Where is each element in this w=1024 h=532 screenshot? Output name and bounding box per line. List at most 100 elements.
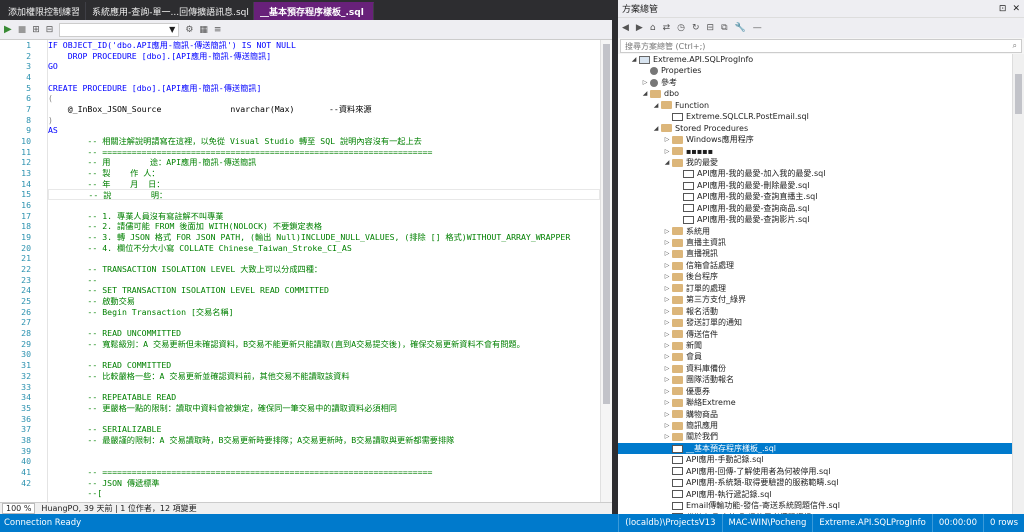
- estimated-plan-icon[interactable]: ⚙: [185, 25, 193, 35]
- expand-toggle-icon[interactable]: ▷: [662, 420, 672, 431]
- code-line[interactable]: -- SERIALIZABLE: [48, 424, 600, 435]
- comment-icon[interactable]: ≡: [214, 25, 222, 35]
- sync-icon[interactable]: ⇄: [663, 23, 671, 33]
- tree-item[interactable]: ▷ 聯絡Extreme: [618, 397, 1012, 408]
- tab-basic-template[interactable]: __基本預存程序樣板_.sql: [254, 2, 374, 20]
- code-line[interactable]: (: [48, 93, 600, 104]
- code-line[interactable]: -- READ COMMITTED: [48, 360, 600, 371]
- tree-item[interactable]: API應用-我的最愛-查詢直播主.sql: [618, 191, 1012, 202]
- expand-toggle-icon[interactable]: ▷: [662, 329, 672, 340]
- code-line[interactable]: [48, 317, 600, 328]
- code-line[interactable]: ): [48, 115, 600, 126]
- expand-toggle-icon[interactable]: ▷: [662, 351, 672, 362]
- code-line[interactable]: -- 3. 轉 JSON 格式 FOR JSON PATH, (輸出 Null)…: [48, 232, 600, 243]
- expand-toggle-icon[interactable]: ▷: [662, 260, 672, 271]
- expand-toggle-icon[interactable]: ◢: [651, 100, 661, 111]
- expand-toggle-icon[interactable]: ◢: [629, 54, 639, 65]
- tree-item[interactable]: ▷ 發送訂單的通知: [618, 317, 1012, 328]
- expand-toggle-icon[interactable]: ▷: [662, 294, 672, 305]
- tree-item[interactable]: Email傳輸功能-發信-寄送系統問題信件.sql: [618, 500, 1012, 511]
- solution-search-input[interactable]: 搜尋方案總管 (Ctrl+;) ⌕: [620, 39, 1022, 53]
- tree-item[interactable]: Extreme.SQLCLR.PostEmail.sql: [618, 111, 1012, 122]
- tab-system-query[interactable]: 系統應用-查詢-單一...回傳擴語訊息.sql: [86, 2, 254, 20]
- code-line[interactable]: --[: [48, 488, 600, 499]
- code-line[interactable]: [48, 349, 600, 360]
- tree-item[interactable]: ▷ 訂單的處理: [618, 283, 1012, 294]
- codelens-author[interactable]: HuangPO, 39 天前 | 1 位作者，12 項變更: [41, 503, 196, 514]
- code-line[interactable]: -- =====================================…: [48, 467, 600, 478]
- code-line[interactable]: -- 比較嚴格一些：A 交易更新並確認資料前，其他交易不能讀取該資料: [48, 371, 600, 382]
- expand-toggle-icon[interactable]: ▷: [662, 409, 672, 420]
- scrollbar-thumb[interactable]: [603, 44, 610, 404]
- code-line[interactable]: -- =====================================…: [48, 147, 600, 158]
- tree-item[interactable]: API應用-我的最愛-查詢商品.sql: [618, 203, 1012, 214]
- zoom-select[interactable]: 100 %: [2, 503, 36, 514]
- code-line[interactable]: [48, 382, 600, 393]
- properties-icon[interactable]: 🔧: [735, 23, 746, 33]
- home-icon[interactable]: ⌂: [650, 23, 656, 33]
- code-line[interactable]: AS: [48, 125, 600, 136]
- code-line[interactable]: [48, 446, 600, 457]
- stop-icon[interactable]: ■: [18, 25, 27, 35]
- code-line[interactable]: -- 最嚴謹的限制：A 交易讀取時，B交易更新時要排隊；A交易更新時，B交易讀取…: [48, 435, 600, 446]
- code-line[interactable]: --: [48, 275, 600, 286]
- tree-item[interactable]: ▷ 購物商品: [618, 409, 1012, 420]
- expand-toggle-icon[interactable]: ▷: [662, 237, 672, 248]
- code-line[interactable]: -- 製 作 人：: [48, 168, 600, 179]
- code-line[interactable]: -- 更嚴格一點的限制：讀取中資料會被鎖定，確保同一筆交易中的讀取資料必須相同: [48, 403, 600, 414]
- pending-changes-icon[interactable]: ◷: [677, 23, 685, 33]
- tree-item[interactable]: API應用-我的最愛-查詢影片.sql: [618, 214, 1012, 225]
- tree-item[interactable]: Properties: [618, 65, 1012, 76]
- code-line[interactable]: -- 1. 專業人員沒有寫註解不叫專業: [48, 211, 600, 222]
- code-line[interactable]: -- 4. 欄位不分大小寫 COLLATE Chinese_Taiwan_Str…: [48, 243, 600, 254]
- tree-item[interactable]: ▷ 系統用: [618, 226, 1012, 237]
- show-all-files-icon[interactable]: ⧉: [721, 23, 727, 33]
- tree-item[interactable]: ▷ 傳送信件: [618, 329, 1012, 340]
- tree-item[interactable]: __基本預存程序樣板_.sql: [618, 442, 1012, 455]
- tree-item[interactable]: ▷ 直播視訊: [618, 248, 1012, 259]
- tree-item[interactable]: ◢ dbo: [618, 88, 1012, 99]
- tree-item[interactable]: ▷ 優惠券: [618, 386, 1012, 397]
- expand-toggle-icon[interactable]: ▷: [662, 397, 672, 408]
- tree-item[interactable]: ▷ 新聞: [618, 340, 1012, 351]
- solution-vertical-scrollbar[interactable]: [1012, 54, 1024, 514]
- code-line[interactable]: -- 說 明：: [48, 189, 600, 200]
- tree-item[interactable]: ◢ 我的最愛: [618, 157, 1012, 168]
- expand-toggle-icon[interactable]: ▷: [662, 386, 672, 397]
- code-line[interactable]: -- 啟動交易: [48, 296, 600, 307]
- code-line[interactable]: -- Begin Transaction [交易名稱]: [48, 307, 600, 318]
- forward-icon[interactable]: ▶: [636, 23, 643, 33]
- collapse-all-icon[interactable]: ⊟: [707, 23, 715, 33]
- tree-item[interactable]: ▷ 資料庫備份: [618, 363, 1012, 374]
- tree-item[interactable]: ▷ 直播主資訊: [618, 237, 1012, 248]
- code-line[interactable]: DROP PROCEDURE [dbo].[API應用-簡訊-傳送簡訊]: [48, 51, 600, 62]
- execute-icon[interactable]: ▶: [4, 24, 12, 35]
- tree-item[interactable]: ▷ 後台程序: [618, 271, 1012, 282]
- tree-item[interactable]: ▷ 簡訊應用: [618, 420, 1012, 431]
- expand-toggle-icon[interactable]: ▷: [662, 248, 672, 259]
- tree-item[interactable]: ▷ 信箱會話處理: [618, 260, 1012, 271]
- tree-item[interactable]: ▷ ▪▪▪▪▪: [618, 146, 1012, 157]
- tree-item[interactable]: API應用-執行遞記錄.sql: [618, 489, 1012, 500]
- editor-vertical-scrollbar[interactable]: [600, 40, 612, 502]
- tree-item[interactable]: ◢ Stored Procedures: [618, 123, 1012, 134]
- expand-toggle-icon[interactable]: ◢: [662, 157, 672, 168]
- expand-toggle-icon[interactable]: ▷: [662, 317, 672, 328]
- expand-toggle-icon[interactable]: ▷: [662, 226, 672, 237]
- disconnect-icon[interactable]: ⊟: [46, 25, 54, 35]
- code-line[interactable]: -- 寬鬆級別：A 交易更新但未確認資料，B交易不能更新只能讀取(直到A交易提交…: [48, 339, 600, 350]
- tree-item[interactable]: ▷ 參考: [618, 77, 1012, 88]
- code-line[interactable]: [48, 414, 600, 425]
- expand-toggle-icon[interactable]: ▷: [662, 374, 672, 385]
- back-icon[interactable]: ◀: [622, 23, 629, 33]
- code-line[interactable]: -- READ UNCOMMITTED: [48, 328, 600, 339]
- tree-item[interactable]: API應用-系統類-取得要驗證的服務範疇.sql: [618, 477, 1012, 488]
- code-line[interactable]: GO: [48, 61, 600, 72]
- expand-toggle-icon[interactable]: ▷: [640, 77, 650, 88]
- database-select[interactable]: ▼: [59, 22, 180, 37]
- sql-editor[interactable]: 1 2 3 4 5 6 7 8 9 10 11 12 13 14 15 16 17 18 19 20 21 22 23 24 2…: [0, 40, 612, 502]
- code-line[interactable]: -- 年 月 日：: [48, 179, 600, 190]
- code-line[interactable]: -- REPEATABLE READ: [48, 392, 600, 403]
- expand-toggle-icon[interactable]: ▷: [662, 431, 672, 442]
- code-line[interactable]: -- JSON 傳遞標準: [48, 478, 600, 489]
